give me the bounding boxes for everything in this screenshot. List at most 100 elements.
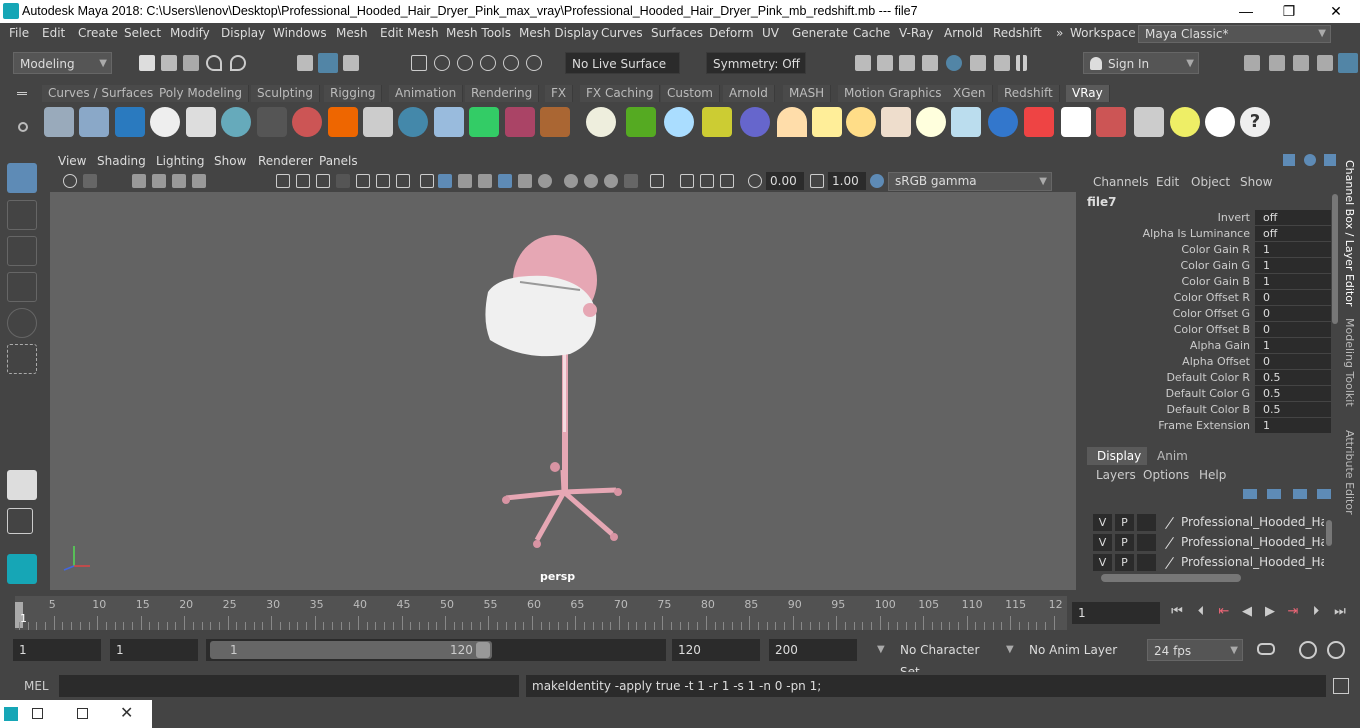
tab-custom[interactable]: Custom (661, 85, 720, 102)
chevron-down-icon[interactable]: ▼ (877, 644, 885, 655)
render-settings-icon[interactable] (922, 55, 938, 71)
workspace-dropdown[interactable]: Maya Classic* ▼ (1138, 25, 1331, 43)
playback-range-bar[interactable]: 1 120 (206, 639, 666, 661)
exposure-field[interactable]: 0.00 (766, 172, 804, 190)
ipr-render-icon[interactable] (899, 55, 915, 71)
viewport-menu-renderer[interactable]: Renderer (258, 154, 313, 168)
vray-window-icon[interactable] (115, 107, 145, 137)
attr-value[interactable]: 0 (1255, 290, 1331, 305)
layer-row[interactable]: V P Professional_Hooded_Hair_D (1089, 553, 1324, 572)
layer-horizontal-scrollbar[interactable] (1101, 574, 1241, 582)
timeline-track[interactable]: 1 5 10 15 20 25 30 35 40 45 50 55 60 65 70 75 80 85 90 95 10… (15, 596, 1067, 630)
lasso-tool-icon[interactable] (7, 200, 37, 230)
attr-row[interactable]: Color Offset B 0 (1083, 322, 1341, 338)
snap-point-icon[interactable] (457, 55, 473, 71)
menu-set-dropdown[interactable]: Modeling ▼ (13, 52, 112, 74)
tab-curves-surfaces[interactable]: Curves / Surfaces (42, 85, 161, 102)
layer-playback-toggle[interactable]: P (1115, 534, 1134, 551)
layer-type-toggle[interactable] (1137, 534, 1156, 551)
menu-create[interactable]: Create (78, 26, 118, 40)
attr-row[interactable]: Default Color B 0.5 (1083, 402, 1341, 418)
layer-row[interactable]: V P Professional_Hooded_Hair_D (1089, 533, 1324, 552)
playback-range-handle[interactable]: 1 120 (210, 641, 492, 659)
safe-action-icon[interactable] (376, 174, 390, 188)
live-surface-field[interactable]: No Live Surface (565, 52, 680, 74)
side-tab-attribute-editor[interactable]: Attribute Editor (1343, 430, 1356, 515)
layer-playback-toggle[interactable]: P (1115, 514, 1134, 531)
select-camera-icon[interactable] (63, 174, 77, 188)
tab-fx-caching[interactable]: FX Caching (580, 85, 661, 102)
resolution-gate-icon[interactable] (316, 174, 330, 188)
color-management-icon[interactable] (870, 174, 884, 188)
vray-mesh-icon[interactable] (363, 107, 393, 137)
open-scene-icon[interactable] (161, 55, 177, 71)
grid-icon[interactable] (276, 174, 290, 188)
vray-sun-icon[interactable] (846, 107, 876, 137)
layer-visibility-toggle[interactable]: V (1093, 554, 1112, 571)
close-button[interactable]: ✕ (1326, 2, 1346, 20)
auto-key-icon[interactable] (1299, 641, 1317, 659)
minimized-window[interactable]: ✕ (0, 700, 152, 728)
playback-end-field[interactable]: 120 (672, 639, 760, 661)
options-menu[interactable]: Options (1143, 468, 1189, 482)
vray-logo-icon[interactable] (150, 107, 180, 137)
menu-mesh-tools[interactable]: Mesh Tools (446, 26, 511, 40)
select-by-object-icon[interactable] (318, 53, 338, 73)
channel-box-scrollbar[interactable] (1332, 194, 1338, 324)
textured-icon[interactable] (478, 174, 492, 188)
attr-row[interactable]: Color Gain G 1 (1083, 258, 1341, 274)
render-view-icon[interactable] (855, 55, 871, 71)
menu-vray[interactable]: V-Ray (899, 26, 933, 40)
vray-environment-icon[interactable] (469, 107, 499, 137)
animation-preferences-icon[interactable] (1327, 641, 1345, 659)
four-pane-layout-icon[interactable] (7, 508, 33, 534)
menu-redshift[interactable]: Redshift (993, 26, 1042, 40)
layer-playback-toggle[interactable]: P (1115, 554, 1134, 571)
attr-row[interactable]: Alpha Is Luminance off (1083, 226, 1341, 242)
chevron-down-icon[interactable]: ▼ (1006, 644, 1014, 655)
vray-ipr-icon[interactable] (994, 55, 1010, 71)
maximize-icon[interactable] (77, 708, 88, 719)
layer-name[interactable]: Professional_Hooded_Hair_D (1181, 535, 1324, 549)
isolate-select-icon[interactable] (624, 174, 638, 188)
scale-tool-icon[interactable] (7, 344, 37, 374)
object-menu[interactable]: Object (1191, 175, 1230, 189)
current-frame-field[interactable]: 1 (1072, 602, 1160, 624)
grease-pencil-icon[interactable] (192, 174, 206, 188)
move-layer-up-icon[interactable] (1243, 489, 1257, 499)
vray-sphere-light-icon[interactable] (740, 107, 770, 137)
select-by-component-icon[interactable] (343, 55, 359, 71)
attr-value[interactable]: 1 (1255, 258, 1331, 273)
channel-box-icon[interactable] (1317, 55, 1333, 71)
menu-deform[interactable]: Deform (709, 26, 754, 40)
vray-cloud-icon[interactable] (1205, 107, 1235, 137)
attribute-editor-icon[interactable] (1269, 55, 1285, 71)
attr-row[interactable]: Default Color G 0.5 (1083, 386, 1341, 402)
tab-rendering[interactable]: Rendering (465, 85, 540, 102)
channel-box-pin-icon[interactable] (1324, 154, 1336, 166)
viewport-menu-view[interactable]: View (58, 154, 86, 168)
vray-help-icon[interactable]: ? (1240, 107, 1270, 137)
vray-checker-icon[interactable] (1061, 107, 1091, 137)
time-slider[interactable]: 1 5 10 15 20 25 30 35 40 45 50 55 60 65 70 75 80 85 90 95 10… (0, 596, 1360, 632)
xray-components-icon[interactable] (700, 174, 714, 188)
go-to-start-icon[interactable]: ⏮ (1169, 604, 1185, 620)
menu-modify[interactable]: Modify (170, 26, 210, 40)
attr-row[interactable]: Color Gain R 1 (1083, 242, 1341, 258)
menu-generate[interactable]: Generate (792, 26, 848, 40)
vray-rect-light-icon[interactable] (951, 107, 981, 137)
paint-select-tool-icon[interactable] (7, 236, 37, 266)
script-language-toggle[interactable]: MEL (24, 679, 49, 693)
vray-dome-light-icon[interactable] (777, 107, 807, 137)
camera-attributes-icon[interactable] (83, 174, 97, 188)
viewport-menu-panels[interactable]: Panels (319, 154, 358, 168)
field-chart-icon[interactable] (356, 174, 370, 188)
undo-icon[interactable] (206, 55, 222, 71)
layer-visibility-toggle[interactable]: V (1093, 534, 1112, 551)
channels-menu[interactable]: Channels (1093, 175, 1149, 189)
bookmarks-icon[interactable] (132, 174, 146, 188)
vray-omni-light-icon[interactable] (916, 107, 946, 137)
shelf-settings-icon[interactable] (18, 122, 28, 132)
tool-settings-icon[interactable] (1293, 55, 1309, 71)
attr-value[interactable]: 0 (1255, 306, 1331, 321)
